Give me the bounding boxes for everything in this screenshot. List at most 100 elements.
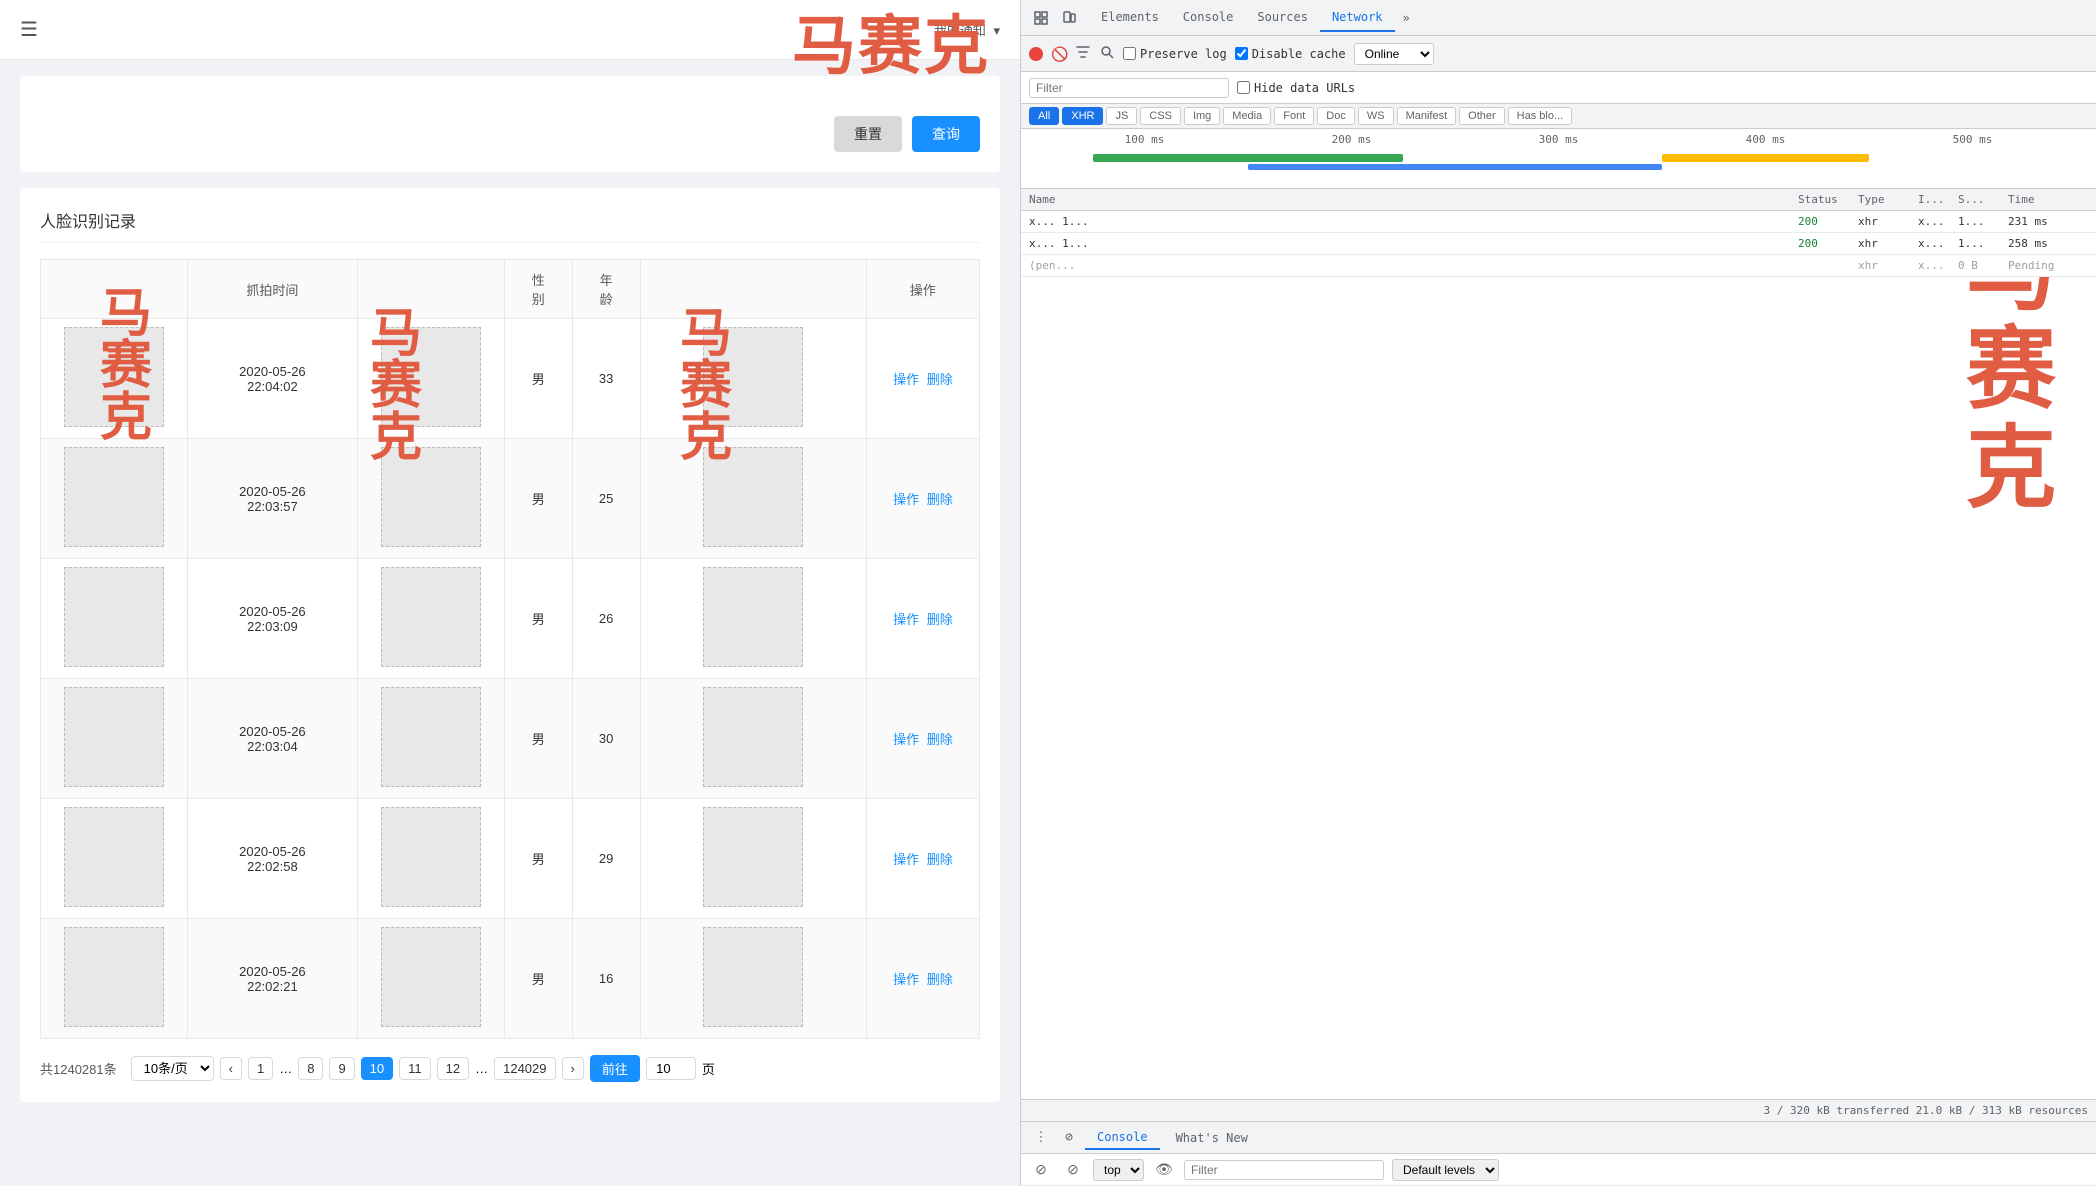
action-btn-3[interactable]: 操作 [893,732,919,747]
delete-btn-3[interactable]: 删除 [927,732,953,747]
gender-cell-4: 男 [504,799,572,919]
action-btn-0[interactable]: 操作 [893,372,919,387]
console-filter-input[interactable] [1184,1160,1384,1180]
age-cell-4: 29 [572,799,640,919]
tab-sources[interactable]: Sources [1245,4,1320,32]
action-btn-2[interactable]: 操作 [893,612,919,627]
throttle-select[interactable]: Online Fast 3G Slow 3G [1354,43,1434,65]
pagination-total: 共1240281条 [40,1059,117,1078]
filter-media[interactable]: Media [1223,107,1271,125]
page-btn-last[interactable]: 124029 [494,1057,555,1080]
action-cell-3: 操作 删除 [866,679,979,799]
level-select[interactable]: Default levels Verbose Info Warnings Err… [1392,1159,1499,1181]
col-status: Status [1798,193,1858,206]
filter-doc[interactable]: Doc [1317,107,1355,125]
gender-cell-1: 男 [504,439,572,559]
time-cell-2: 2020-05-26 22:03:09 [188,559,358,679]
prev-page-btn[interactable]: ‹ [220,1057,242,1080]
filter-has-blocked[interactable]: Has blo... [1508,107,1572,125]
filter-types: All XHR JS CSS Img Media Font Doc WS Man… [1021,104,2096,129]
search-icon[interactable] [1099,46,1115,62]
inspect-icon[interactable] [1029,6,1053,30]
record-button[interactable] [1029,47,1043,61]
clear-button[interactable]: 🚫 [1051,46,1067,62]
filter-ws[interactable]: WS [1358,107,1394,125]
row2-type: xhr [1858,237,1918,250]
time-cell-1: 2020-05-26 22:03:57 [188,439,358,559]
face-img-cell-1 [41,439,188,559]
filter-icon[interactable] [1075,46,1091,62]
timeline-400ms: 400 ms [1662,133,1869,146]
page-btn-10[interactable]: 10 [361,1057,393,1080]
delete-btn-0[interactable]: 删除 [927,372,953,387]
network-content: 马赛克 x... 1... 200 xhr x... 1... 231 ms x… [1021,211,2096,1099]
tab-elements[interactable]: Elements [1089,4,1171,32]
network-row-1[interactable]: x... 1... 200 xhr x... 1... 231 ms [1021,211,2096,233]
delete-btn-5[interactable]: 删除 [927,972,953,987]
filter-other[interactable]: Other [1459,107,1505,125]
goto-input[interactable] [646,1057,696,1080]
hamburger-icon[interactable]: ☰ [20,17,38,42]
face-img-cell3-3 [640,679,866,799]
page-btn-9[interactable]: 9 [329,1057,354,1080]
page-btn-11[interactable]: 11 [399,1057,431,1080]
tab-console[interactable]: Console [1171,4,1246,32]
row1-size: 1... [1958,215,2008,228]
tab-more[interactable]: » [1395,5,1418,31]
delete-btn-2[interactable]: 删除 [927,612,953,627]
filter-xhr[interactable]: XHR [1062,107,1103,125]
filter-all[interactable]: All [1029,107,1059,125]
disable-cache-checkbox[interactable]: Disable cache [1235,47,1346,61]
query-button[interactable]: 查询 [912,116,980,152]
delete-btn-4[interactable]: 删除 [927,852,953,867]
hide-data-urls-checkbox[interactable]: Hide data URLs [1237,81,1355,95]
action-btn-1[interactable]: 操作 [893,492,919,507]
next-page-btn[interactable]: › [562,1057,584,1080]
timeline-500ms: 500 ms [1869,133,2076,146]
eye-icon[interactable]: 👁 [1152,1158,1176,1182]
network-row-2[interactable]: x... 1... 200 xhr x... 1... 258 ms [1021,233,2096,255]
gender-cell-0: 男 [504,319,572,439]
timeline-section: 100 ms 200 ms 300 ms 400 ms 500 ms [1021,129,2096,189]
filter-css[interactable]: CSS [1140,107,1181,125]
device-icon[interactable] [1057,6,1081,30]
filter-js[interactable]: JS [1106,107,1137,125]
console-block-btn[interactable]: ⊘ [1061,1158,1085,1182]
action-cell-2: 操作 删除 [866,559,979,679]
bottom-block-icon[interactable]: ⊘ [1057,1126,1081,1150]
delete-btn-1[interactable]: 删除 [927,492,953,507]
goto-btn[interactable]: 前往 [590,1055,640,1082]
age-cell-1: 25 [572,439,640,559]
action-btn-5[interactable]: 操作 [893,972,919,987]
age-cell-5: 16 [572,919,640,1039]
age-cell-3: 30 [572,679,640,799]
face-img-cell3-0 [640,319,866,439]
action-btn-4[interactable]: 操作 [893,852,919,867]
tab-console-bottom[interactable]: Console [1085,1126,1160,1150]
context-select[interactable]: top [1093,1159,1144,1181]
filter-font[interactable]: Font [1274,107,1314,125]
page-btn-8[interactable]: 8 [298,1057,323,1080]
search-section: 重置 查询 [20,76,1000,172]
bottom-dots-icon[interactable]: ⋮ [1029,1126,1053,1150]
col-initiator: I... [1918,193,1958,206]
page-btn-1[interactable]: 1 [248,1057,273,1080]
tab-whats-new[interactable]: What's New [1164,1127,1260,1149]
reset-button[interactable]: 重置 [834,116,902,152]
page-size-select[interactable]: 10条/页 20条/页 50条/页 [131,1056,214,1081]
face-img-cell3-1 [640,439,866,559]
network-row-3[interactable]: (pen... xhr x... 0 B Pending [1021,255,2096,277]
face-img-cell3-5 [640,919,866,1039]
console-clear-btn[interactable]: ⊘ [1029,1158,1053,1182]
row3-time: Pending [2008,259,2088,272]
row2-initiator: x... [1918,237,1958,250]
filter-manifest[interactable]: Manifest [1397,107,1457,125]
row3-name: (pen... [1029,259,1798,272]
tab-network[interactable]: Network [1320,4,1395,32]
row3-type: xhr [1858,259,1918,272]
filter-img[interactable]: Img [1184,107,1220,125]
preserve-log-checkbox[interactable]: Preserve log [1123,47,1227,61]
page-btn-12[interactable]: 12 [437,1057,469,1080]
filter-input[interactable] [1029,78,1229,98]
row2-name: x... 1... [1029,237,1798,250]
